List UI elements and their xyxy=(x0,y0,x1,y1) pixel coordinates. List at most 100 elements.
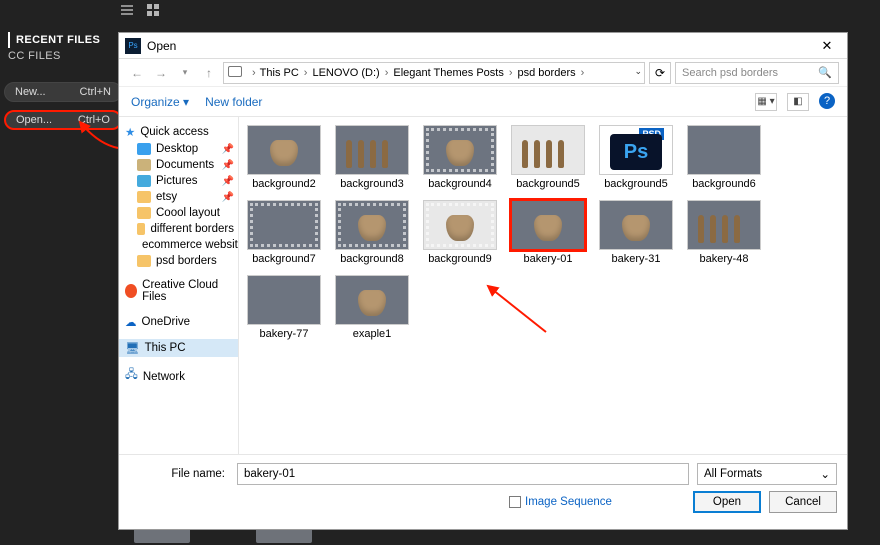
file-item[interactable]: background6 xyxy=(687,125,761,190)
image-sequence-label: Image Sequence xyxy=(525,496,612,508)
pin-icon: 📌 xyxy=(222,192,234,203)
folder-icon xyxy=(137,159,151,171)
sidebar-item-ecommerce-website[interactable]: ecommerce website xyxy=(119,237,238,253)
file-item[interactable]: background9 xyxy=(423,200,497,265)
new-document-pill[interactable]: New... Ctrl+N xyxy=(4,82,122,102)
pc-icon: 🖥 xyxy=(125,341,140,355)
search-input[interactable]: Search psd borders 🔍 xyxy=(675,62,839,84)
menu-icon[interactable] xyxy=(120,3,134,22)
dialog-titlebar: Ps Open ✕ xyxy=(119,33,847,59)
sidebar-onedrive[interactable]: ☁ OneDrive xyxy=(119,313,238,331)
sidebar-item-coool-layout[interactable]: Coool layout xyxy=(119,205,238,221)
filename-label: File name: xyxy=(129,468,229,480)
file-item[interactable]: background8 xyxy=(335,200,409,265)
file-item[interactable]: bakery-31 xyxy=(599,200,673,265)
preview-pane-button[interactable]: ◧ xyxy=(787,93,809,111)
new-label: New... xyxy=(15,86,46,98)
sidebar-quick-access[interactable]: ★ Quick access xyxy=(119,123,238,141)
onedrive-label: OneDrive xyxy=(142,316,191,328)
onedrive-icon: ☁ xyxy=(125,315,137,329)
file-item[interactable]: bakery-77 xyxy=(247,275,321,340)
file-type-value: All Formats xyxy=(704,468,762,480)
file-item[interactable]: exaple1 xyxy=(335,275,409,340)
organize-menu[interactable]: Organize ▾ xyxy=(131,95,189,109)
dialog-toolbar: Organize ▾ New folder ▦ ▾ ◧ ? xyxy=(119,87,847,117)
file-label: bakery-31 xyxy=(599,253,673,265)
sidebar-item-label: Pictures xyxy=(156,175,198,187)
sidebar-this-pc[interactable]: 🖥 This PC xyxy=(119,339,238,357)
breadcrumb-dropdown-icon[interactable]: ⌄ xyxy=(634,66,642,77)
file-item[interactable]: background7 xyxy=(247,200,321,265)
file-label: background7 xyxy=(247,253,321,265)
tab-recent-files[interactable]: RECENT FILES xyxy=(8,32,100,48)
file-item[interactable]: bakery-01 xyxy=(511,200,585,265)
search-icon: 🔍 xyxy=(818,66,832,79)
grid-icon[interactable] xyxy=(146,3,160,22)
open-document-pill[interactable]: Open... Ctrl+O xyxy=(4,110,122,130)
view-thumbnails-button[interactable]: ▦ ▾ xyxy=(755,93,777,111)
crumb-this-pc[interactable]: This PC xyxy=(260,67,313,79)
dialog-footer: File name: All Formats ⌄ Image Sequence … xyxy=(119,454,847,529)
sidebar-item-label: ecommerce website xyxy=(142,239,238,251)
sidebar-creative-cloud[interactable]: Creative Cloud Files xyxy=(119,277,238,305)
this-pc-label: This PC xyxy=(145,342,186,354)
file-label: bakery-01 xyxy=(511,253,585,265)
new-shortcut: Ctrl+N xyxy=(80,86,111,98)
address-bar: ← → ▾ ↑ › This PC LENOVO (D:) Elegant Th… xyxy=(119,59,847,87)
file-item[interactable]: background2 xyxy=(247,125,321,190)
sidebar-item-etsy[interactable]: etsy📌 xyxy=(119,189,238,205)
nav-back-button[interactable]: ← xyxy=(127,63,147,83)
file-item[interactable]: PSDPsbackground5 xyxy=(599,125,673,190)
nav-forward-button[interactable]: → xyxy=(151,63,171,83)
file-item[interactable]: background5 xyxy=(511,125,585,190)
filename-input[interactable] xyxy=(237,463,689,485)
folder-icon xyxy=(137,143,151,155)
open-button[interactable]: Open xyxy=(693,491,761,513)
file-item[interactable]: background3 xyxy=(335,125,409,190)
crumb-folder-2[interactable]: psd borders xyxy=(518,67,590,79)
quick-access-label: Quick access xyxy=(140,126,208,138)
pc-icon xyxy=(228,66,242,77)
help-button[interactable]: ? xyxy=(819,93,835,109)
file-label: background3 xyxy=(335,178,409,190)
tab-cc-files[interactable]: CC FILES xyxy=(8,48,61,64)
sidebar-item-different-borders[interactable]: different borders xyxy=(119,221,238,237)
crumb-drive[interactable]: LENOVO (D:) xyxy=(312,67,393,79)
network-label: Network xyxy=(143,371,185,383)
sidebar-network[interactable]: 🖧 Network xyxy=(119,365,238,388)
creative-cloud-icon xyxy=(125,284,137,298)
breadcrumb[interactable]: › This PC LENOVO (D:) Elegant Themes Pos… xyxy=(223,62,645,84)
file-label: background6 xyxy=(687,178,761,190)
nav-up-button[interactable]: ↑ xyxy=(199,63,219,83)
new-folder-button[interactable]: New folder xyxy=(205,95,262,109)
sidebar-item-label: psd borders xyxy=(156,255,217,267)
creative-cloud-label: Creative Cloud Files xyxy=(142,279,232,303)
sidebar-item-desktop[interactable]: Desktop📌 xyxy=(119,141,238,157)
file-item[interactable]: background4 xyxy=(423,125,497,190)
cancel-button[interactable]: Cancel xyxy=(769,491,837,513)
close-button[interactable]: ✕ xyxy=(807,38,847,54)
file-type-dropdown[interactable]: All Formats ⌄ xyxy=(697,463,837,485)
sidebar-item-pictures[interactable]: Pictures 📌 xyxy=(119,173,238,189)
search-placeholder: Search psd borders xyxy=(682,67,778,79)
network-icon: 🖧 xyxy=(125,367,138,386)
nav-sidebar: ★ Quick access Desktop📌Documents📌Picture… xyxy=(119,117,239,454)
folder-icon xyxy=(137,255,151,267)
folder-icon xyxy=(137,175,151,187)
sidebar-item-psd-borders[interactable]: psd borders xyxy=(119,253,238,269)
file-item[interactable]: bakery-48 xyxy=(687,200,761,265)
sidebar-item-label: Desktop xyxy=(156,143,198,155)
refresh-button[interactable]: ⟳ xyxy=(649,62,671,84)
pin-icon: 📌 xyxy=(222,160,234,171)
crumb-folder-1[interactable]: Elegant Themes Posts xyxy=(393,67,517,79)
folder-icon xyxy=(137,223,145,235)
image-sequence-checkbox[interactable] xyxy=(509,496,521,508)
file-grid[interactable]: background2background3background4backgro… xyxy=(239,117,847,454)
pin-icon: 📌 xyxy=(222,176,234,187)
open-label: Open... xyxy=(16,114,52,126)
file-label: exaple1 xyxy=(335,328,409,340)
file-label: background5 xyxy=(511,178,585,190)
chevron-down-icon: ⌄ xyxy=(820,467,830,481)
sidebar-item-documents[interactable]: Documents📌 xyxy=(119,157,238,173)
nav-history-dropdown[interactable]: ▾ xyxy=(175,63,195,83)
